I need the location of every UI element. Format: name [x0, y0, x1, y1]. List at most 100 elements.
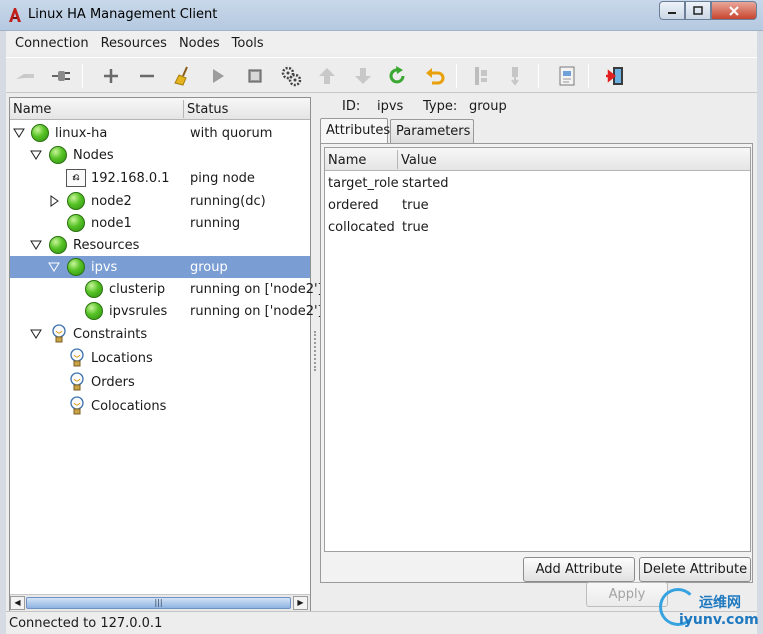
- id-label: ID:: [342, 99, 361, 114]
- menu-bar: Connection Resources Nodes Tools: [6, 31, 757, 55]
- scrollbar-thumb[interactable]: |||: [26, 597, 291, 609]
- toolbar: [6, 57, 757, 93]
- attributes-table-header: Name Value: [325, 148, 750, 171]
- tree-row-locations[interactable]: Locations: [10, 347, 310, 369]
- disconnect-button[interactable]: [12, 63, 38, 89]
- refresh-icon: [389, 66, 405, 84]
- tree-row-colocations[interactable]: Colocations: [10, 395, 310, 417]
- green-status-icon: [85, 280, 103, 298]
- move-down-button[interactable]: [350, 63, 376, 89]
- collapsed-arrow-icon[interactable]: [48, 195, 60, 207]
- tree-row-resources[interactable]: Resources: [10, 234, 310, 256]
- remove-button[interactable]: [134, 63, 160, 89]
- stop-button[interactable]: [242, 63, 268, 89]
- menu-nodes[interactable]: Nodes: [173, 36, 226, 51]
- tree-row-orders[interactable]: Orders: [10, 371, 310, 393]
- type-value: group: [469, 99, 507, 114]
- tree-row-status: with quorum: [190, 126, 273, 141]
- minimize-icon: [668, 11, 676, 14]
- tree-row-clusterip[interactable]: clusterip running on ['node2']: [10, 278, 323, 300]
- tree-row-nodes[interactable]: Nodes: [10, 144, 310, 166]
- view-xml-icon: [559, 66, 575, 86]
- add-button[interactable]: [98, 63, 124, 89]
- standby-node-button[interactable]: [468, 63, 494, 89]
- lightbulb-icon: [70, 348, 84, 367]
- tree-row-constraints[interactable]: Constraints: [10, 323, 310, 345]
- expanded-arrow-icon[interactable]: [13, 127, 25, 139]
- undo-icon: [426, 68, 445, 85]
- tree-row-ping-node[interactable]: ⎌ 192.168.0.1 ping node: [10, 167, 310, 189]
- maximize-icon: [693, 5, 703, 15]
- undo-button[interactable]: [422, 63, 448, 89]
- type-label: Type:: [423, 99, 458, 114]
- window-client-area: Connection Resources Nodes Tools Name St…: [6, 31, 757, 634]
- column-name[interactable]: Name: [328, 153, 366, 168]
- move-up-button[interactable]: [314, 63, 340, 89]
- tree-horizontal-scrollbar[interactable]: ◀ ||| ▶: [10, 594, 310, 611]
- exit-button[interactable]: [602, 63, 628, 89]
- menu-resources[interactable]: Resources: [95, 36, 173, 51]
- active-node-icon: [511, 67, 519, 86]
- menu-tools[interactable]: Tools: [226, 36, 270, 51]
- minimize-button[interactable]: [659, 1, 685, 20]
- attribute-value: true: [402, 198, 429, 213]
- window-titlebar: Linux HA Management Client: [0, 0, 763, 31]
- tree-row-ipvs[interactable]: ipvs group: [10, 256, 310, 278]
- expanded-arrow-icon[interactable]: [48, 261, 60, 273]
- tree-row-status: running(dc): [190, 194, 266, 209]
- lightbulb-icon: [52, 324, 66, 343]
- table-row[interactable]: target_role started: [325, 172, 750, 194]
- tree-column-status[interactable]: Status: [187, 102, 228, 117]
- tree-row-ipvsrules[interactable]: ipvsrules running on ['node2']: [10, 300, 323, 322]
- active-node-button[interactable]: [504, 63, 530, 89]
- site-watermark: 运维网 iyunv.com: [655, 584, 763, 634]
- start-button[interactable]: [204, 63, 230, 89]
- remove-icon: [140, 74, 154, 78]
- table-row[interactable]: ordered true: [325, 194, 750, 216]
- attributes-tab-body: Name Value target_role started ordered t…: [320, 143, 753, 583]
- resource-info-line: ID: ipvs Type: group: [318, 97, 755, 117]
- watermark-cn-text: 运维网: [699, 595, 741, 611]
- scroll-right-button[interactable]: ▶: [293, 596, 308, 610]
- view-xml-button[interactable]: [554, 63, 580, 89]
- default-settings-button[interactable]: [278, 63, 304, 89]
- refresh-button[interactable]: [384, 63, 410, 89]
- tree-row-node2[interactable]: node2 running(dc): [10, 190, 310, 212]
- window-title: Linux HA Management Client: [28, 7, 218, 22]
- expanded-arrow-icon[interactable]: [30, 328, 42, 340]
- tree-column-name[interactable]: Name: [13, 102, 51, 117]
- add-attribute-button[interactable]: Add Attribute: [523, 557, 635, 582]
- menu-connection[interactable]: Connection: [9, 36, 95, 51]
- default-settings-gears-icon: [281, 66, 302, 87]
- tree-row-label: Orders: [91, 375, 135, 390]
- maximize-button[interactable]: [685, 1, 711, 20]
- connect-button[interactable]: [48, 63, 74, 89]
- tab-attributes[interactable]: Attributes: [320, 118, 390, 144]
- tree-row-linux-ha[interactable]: linux-ha with quorum: [10, 122, 310, 144]
- tree-row-label: Locations: [91, 351, 153, 366]
- exit-icon: [606, 67, 623, 85]
- add-icon: [104, 69, 118, 83]
- green-status-icon: [85, 302, 103, 320]
- move-up-icon: [319, 68, 335, 84]
- delete-attribute-button[interactable]: Delete Attribute: [639, 557, 751, 582]
- close-button[interactable]: [711, 1, 757, 20]
- tree-row-label: Colocations: [91, 399, 167, 414]
- cleanup-button[interactable]: [170, 63, 196, 89]
- column-value[interactable]: Value: [401, 153, 437, 168]
- tab-parameters[interactable]: Parameters: [390, 119, 474, 144]
- tree-row-node1[interactable]: node1 running: [10, 212, 310, 234]
- scroll-left-button[interactable]: ◀: [10, 596, 25, 610]
- ping-node-icon: ⎌: [66, 169, 86, 187]
- expanded-arrow-icon[interactable]: [30, 239, 42, 251]
- tree-row-status: ping node: [190, 171, 255, 186]
- expanded-arrow-icon[interactable]: [30, 149, 42, 161]
- tree-row-label: linux-ha: [55, 126, 108, 141]
- status-bar: Connected to 127.0.0.1: [6, 611, 757, 633]
- table-row[interactable]: collocated true: [325, 216, 750, 238]
- green-status-icon: [49, 236, 67, 254]
- tree-row-label: ipvsrules: [109, 304, 168, 319]
- attribute-name: ordered: [328, 198, 379, 213]
- tree-row-label: Constraints: [73, 327, 148, 342]
- tree-row-status: running on ['node2']: [190, 282, 323, 297]
